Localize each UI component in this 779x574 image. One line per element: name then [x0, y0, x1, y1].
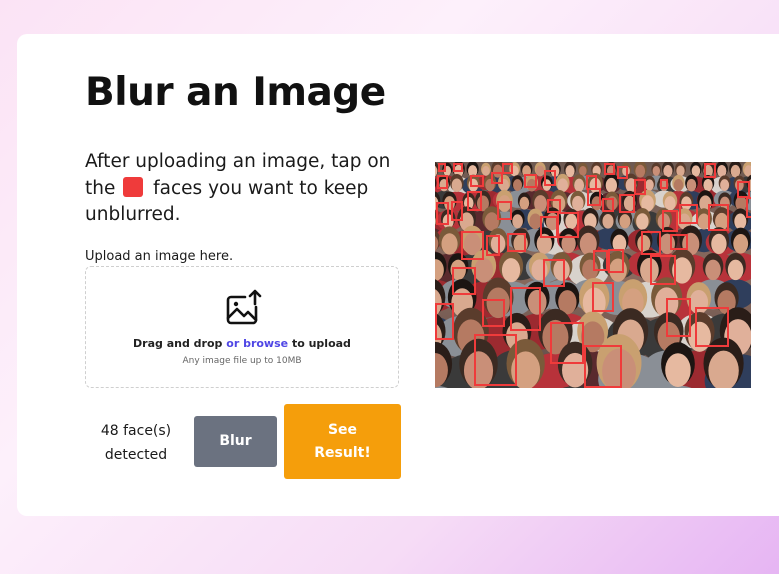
crowd-face	[451, 178, 462, 193]
crowd-face	[652, 165, 661, 176]
crowd-face	[482, 165, 490, 176]
instructions-text: After uploading an image, tap on the fac…	[85, 149, 405, 229]
upload-label: Upload an image here.	[85, 249, 234, 264]
crowd-face	[636, 213, 649, 230]
crowd-face	[579, 165, 587, 176]
crowd-face	[734, 213, 747, 230]
crowd-face	[519, 196, 530, 210]
crowd-face	[688, 321, 711, 352]
file-limit-hint: Any image file up to 10MB	[182, 356, 302, 366]
crowd-face	[529, 213, 542, 230]
crowd-face	[663, 165, 673, 178]
blur-button[interactable]: Blur	[194, 416, 277, 467]
face-count-label: detected	[104, 447, 168, 463]
crowd-face	[499, 178, 509, 192]
crowd-face	[531, 259, 548, 281]
drag-drop-text: Drag and drop	[133, 337, 223, 350]
crowd-face	[536, 165, 545, 177]
crowd-face	[711, 233, 727, 255]
see-result-label-line2: Result!	[314, 444, 371, 461]
see-result-button[interactable]: See Result!	[284, 404, 401, 479]
crowd-face	[705, 259, 721, 281]
crowd-face	[501, 258, 521, 283]
crowd-face	[720, 179, 730, 192]
crowd-face	[727, 259, 744, 281]
crowd-face	[553, 259, 570, 281]
crowd-face	[474, 257, 494, 283]
upload-dropzone[interactable]: Drag and drop or browse to upload Any im…	[85, 266, 399, 388]
crowd-face	[640, 257, 659, 283]
crowd-face	[513, 179, 523, 192]
crowd-face	[686, 178, 697, 192]
crowd-face	[609, 258, 627, 282]
crowd-face	[635, 164, 646, 178]
crowd-face	[659, 233, 676, 255]
crowd-face	[637, 234, 651, 253]
page-title: Blur an Image	[85, 70, 386, 115]
crowd-photo[interactable]	[435, 162, 751, 388]
crowd-face	[733, 233, 749, 254]
browse-link[interactable]: or browse	[226, 337, 288, 350]
crowd-face	[730, 164, 741, 178]
see-result-label-line1: See	[327, 421, 358, 438]
crowd-face	[602, 214, 614, 229]
crowd-face	[703, 178, 713, 192]
crowd-face	[486, 287, 510, 319]
crowd-face	[572, 195, 584, 211]
crowd-face	[565, 165, 575, 178]
crowd-face	[498, 195, 511, 212]
dropzone-instruction: Drag and drop or browse to upload	[86, 337, 398, 350]
crowd-face	[689, 289, 709, 315]
crowd-face	[527, 289, 547, 315]
crowd-face	[565, 213, 578, 230]
crowd-face	[605, 177, 618, 193]
crowd-face	[463, 351, 494, 388]
crowd-face	[665, 353, 691, 387]
face-count-value: 48 face(s)	[100, 423, 172, 439]
image-upload-icon	[226, 289, 262, 325]
crowd-face	[485, 178, 495, 192]
face-marker-swatch	[123, 176, 144, 197]
blur-button-label: Blur	[219, 433, 252, 449]
preview-image[interactable]	[435, 162, 751, 388]
crowd-face	[645, 179, 654, 191]
crowd-face	[441, 233, 458, 255]
to-upload-text: to upload	[291, 337, 351, 350]
face-count-status: 48 face(s) detected	[92, 419, 180, 467]
crowd-face	[673, 178, 684, 192]
crowd-face	[664, 196, 676, 211]
crowd-face	[512, 214, 523, 229]
crowd-face	[676, 165, 685, 177]
crowd-face	[574, 178, 585, 192]
crowd-face	[681, 196, 692, 211]
crowd-face	[619, 214, 631, 229]
